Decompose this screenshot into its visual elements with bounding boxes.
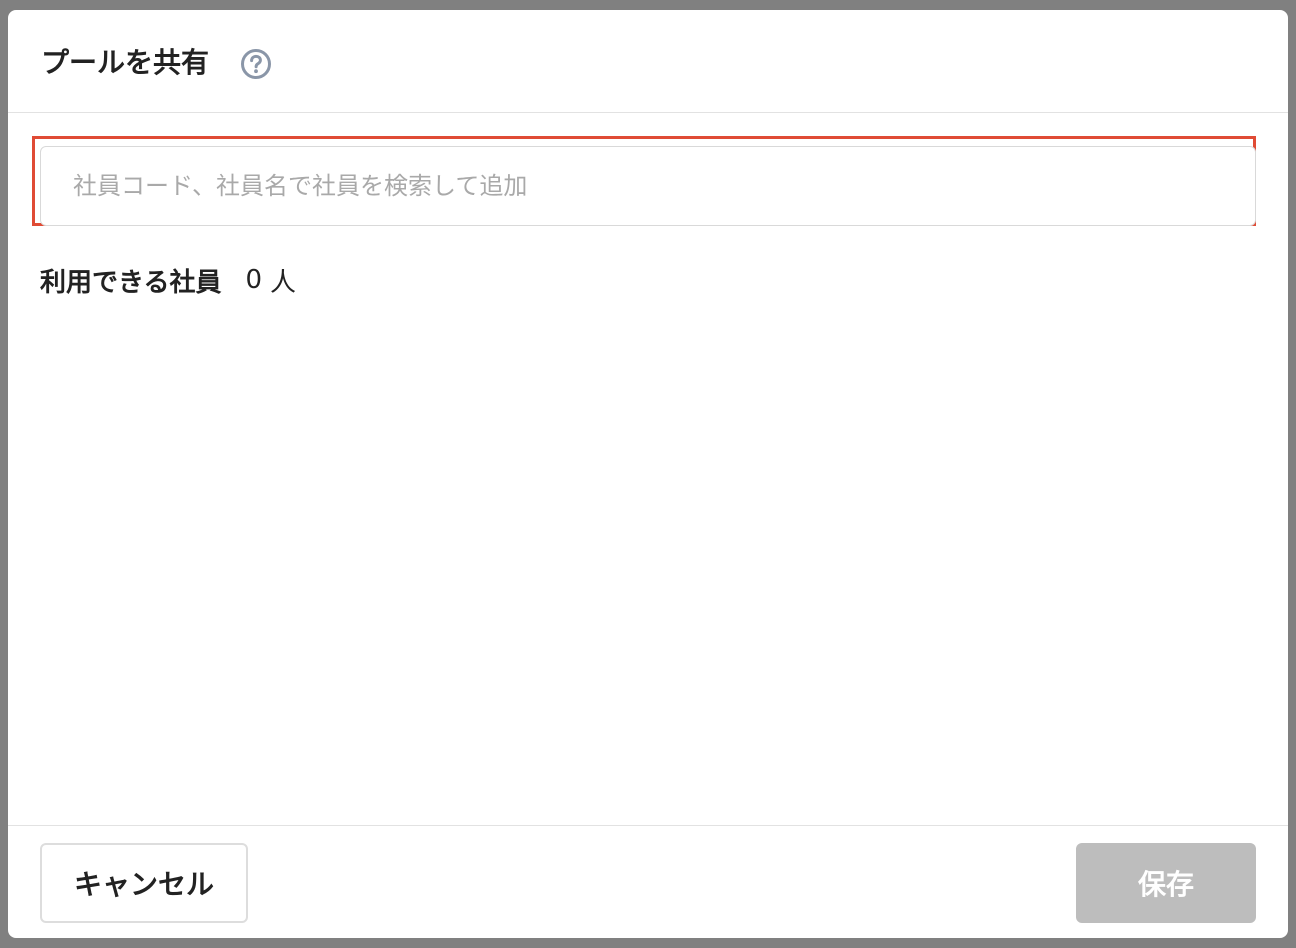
available-employees-label: 利用できる社員 — [40, 267, 222, 298]
cancel-button[interactable]: キャンセル — [40, 843, 248, 923]
save-button[interactable]: 保存 — [1076, 843, 1256, 923]
dialog-footer: キャンセル 保存 — [8, 825, 1288, 938]
available-employees-count: 0 — [245, 265, 263, 295]
employee-search-input[interactable] — [40, 146, 1256, 226]
share-pool-dialog: プールを共有 利用できる社員 0 人 キャンセル 保存 — [8, 10, 1288, 938]
question-circle-icon[interactable] — [240, 48, 272, 80]
available-employees-unit: 人 — [270, 267, 297, 298]
dialog-title: プールを共有 — [41, 46, 210, 79]
available-employees-row: 利用できる社員 0 人 — [40, 262, 296, 298]
dialog-header: プールを共有 — [8, 10, 1288, 113]
